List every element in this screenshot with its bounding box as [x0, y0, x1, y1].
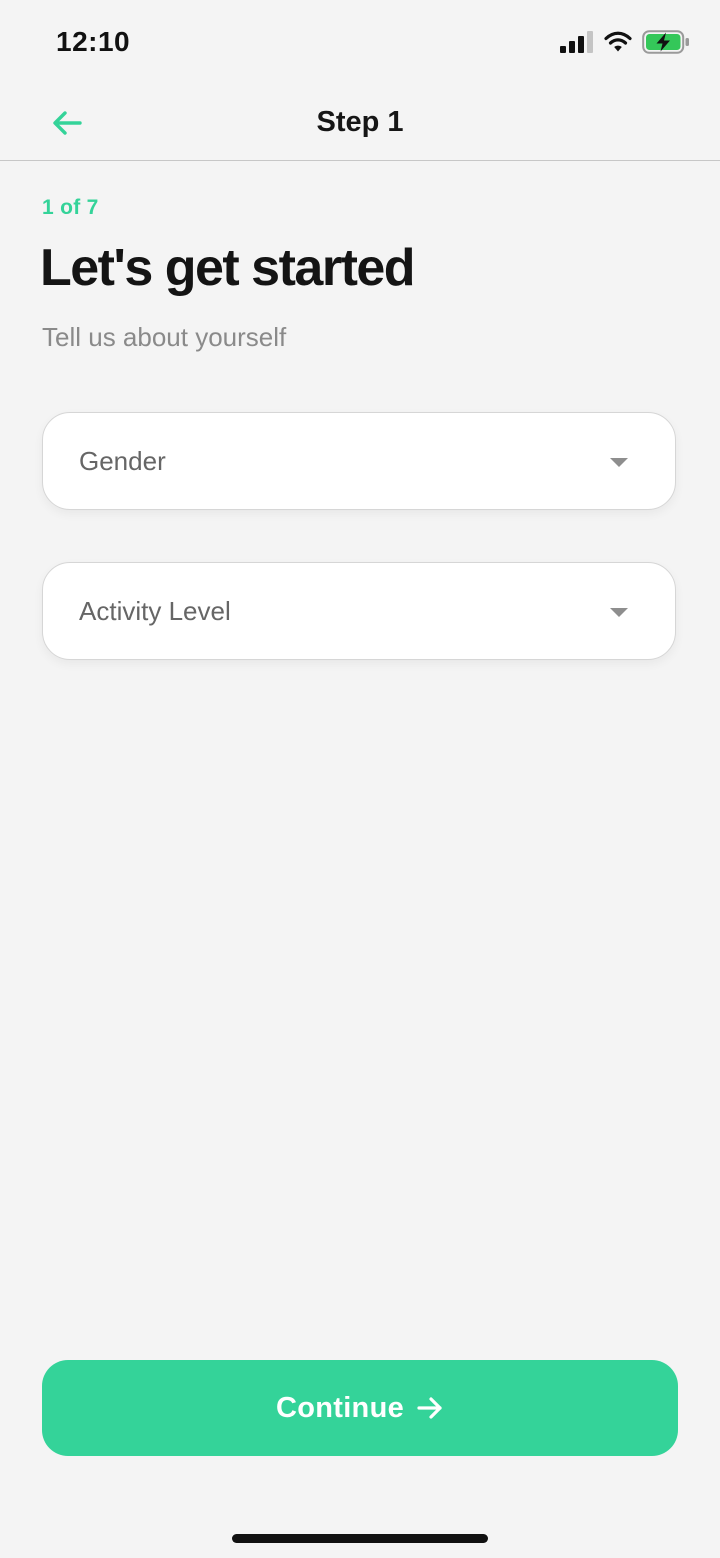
- wifi-icon: [604, 31, 632, 52]
- step-counter: 1 of 7: [42, 196, 99, 219]
- nav-title: Step 1: [316, 106, 404, 138]
- status-time: 12:10: [56, 26, 131, 57]
- continue-button[interactable]: Continue: [42, 1360, 678, 1456]
- status-bar: 12:10: [0, 0, 720, 86]
- page-title: Let's get started: [40, 239, 416, 297]
- activity-level-select-placeholder: Activity Level: [79, 596, 231, 626]
- status-icons: [560, 30, 690, 54]
- chevron-down-icon: [610, 458, 628, 467]
- page-subtitle: Tell us about yourself: [42, 322, 287, 352]
- chevron-down-icon: [610, 608, 628, 617]
- battery-charging-icon: [642, 30, 689, 54]
- nav-bar: Step 1: [0, 86, 720, 161]
- continue-button-label: Continue: [275, 1391, 405, 1424]
- cellular-signal-icon: [560, 31, 593, 53]
- arrow-right-icon: [417, 1397, 442, 1419]
- gender-select-placeholder: Gender: [79, 446, 166, 476]
- activity-level-select[interactable]: Activity Level: [42, 562, 676, 660]
- gender-select[interactable]: Gender: [42, 412, 676, 510]
- home-indicator: [232, 1534, 488, 1543]
